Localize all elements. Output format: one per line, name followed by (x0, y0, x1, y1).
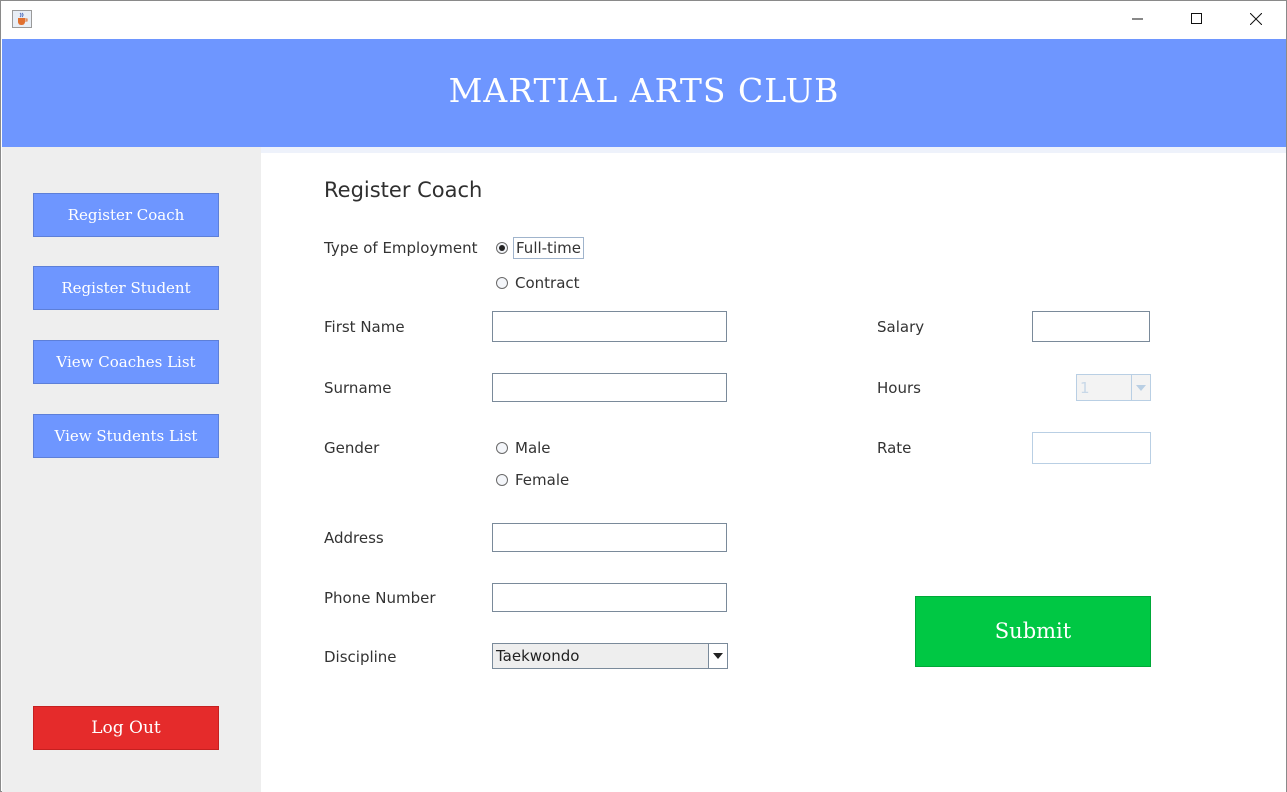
radio-checked-icon (496, 242, 508, 254)
discipline-dropdown[interactable]: Taekwondo (492, 643, 728, 669)
first-name-field[interactable] (492, 311, 727, 342)
sidebar: Register Coach Register Student View Coa… (2, 147, 261, 792)
radio-full-time[interactable]: Full-time (496, 237, 584, 259)
radio-male-label: Male (515, 439, 551, 457)
radio-contract-label: Contract (515, 274, 580, 292)
hours-dropdown[interactable]: 1 (1076, 374, 1151, 401)
hours-label: Hours (877, 379, 921, 397)
radio-male[interactable]: Male (496, 438, 553, 458)
app-window: MARTIAL ARTS CLUB Register Coach Registe… (0, 0, 1287, 792)
rate-field[interactable] (1032, 432, 1151, 464)
radio-contract[interactable]: Contract (496, 273, 582, 293)
register-coach-button[interactable]: Register Coach (33, 193, 219, 237)
radio-female-label: Female (515, 471, 570, 489)
submit-button[interactable]: Submit (915, 596, 1151, 667)
app-header: MARTIAL ARTS CLUB (2, 39, 1286, 147)
close-button[interactable] (1227, 1, 1285, 38)
address-label: Address (324, 529, 384, 547)
phone-label: Phone Number (324, 589, 436, 607)
view-coaches-list-button[interactable]: View Coaches List (33, 340, 219, 384)
log-out-button[interactable]: Log Out (33, 706, 219, 750)
address-field[interactable] (492, 523, 727, 552)
discipline-label: Discipline (324, 648, 397, 666)
title-bar (1, 1, 1286, 38)
radio-full-time-label: Full-time (513, 237, 584, 259)
chevron-down-icon[interactable] (708, 644, 727, 668)
hours-selected-value: 1 (1080, 378, 1090, 397)
gender-label: Gender (324, 439, 380, 457)
view-students-list-button[interactable]: View Students List (33, 414, 219, 458)
java-cup-icon (12, 10, 32, 28)
close-icon (1250, 13, 1262, 25)
maximize-icon (1191, 13, 1202, 24)
surname-field[interactable] (492, 373, 727, 402)
maximize-button[interactable] (1168, 1, 1226, 38)
surname-label: Surname (324, 379, 392, 397)
register-coach-form: Register Coach Type of Employment Full-t… (261, 153, 1286, 792)
app-title: MARTIAL ARTS CLUB (448, 71, 840, 110)
first-name-label: First Name (324, 318, 405, 336)
radio-unchecked-icon (496, 474, 508, 486)
salary-label: Salary (877, 318, 925, 336)
chevron-down-icon[interactable] (1131, 375, 1150, 400)
form-title: Register Coach (324, 178, 483, 202)
radio-unchecked-icon (496, 442, 508, 454)
radio-unchecked-icon (496, 277, 508, 289)
register-student-button[interactable]: Register Student (33, 266, 219, 310)
discipline-selected-value: Taekwondo (496, 647, 580, 665)
employment-label: Type of Employment (324, 239, 478, 257)
rate-label: Rate (877, 439, 912, 457)
phone-field[interactable] (492, 583, 727, 612)
salary-field[interactable] (1032, 311, 1150, 342)
minimize-button[interactable] (1109, 1, 1167, 38)
radio-female[interactable]: Female (496, 470, 571, 490)
minimize-icon (1132, 18, 1143, 20)
